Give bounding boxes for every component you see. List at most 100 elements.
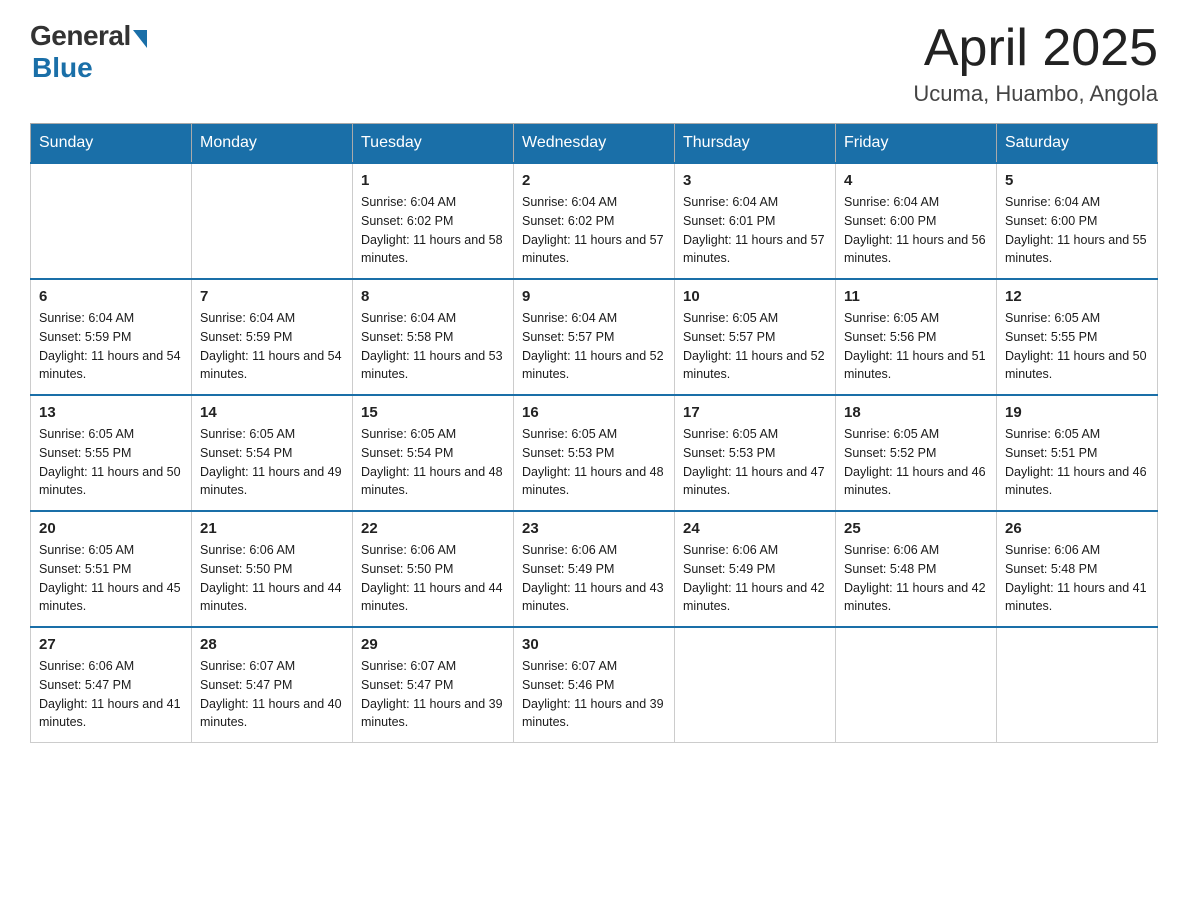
day-info: Sunrise: 6:07 AMSunset: 5:47 PMDaylight:… [361,657,505,732]
day-number: 29 [361,636,505,653]
calendar-cell: 29 Sunrise: 6:07 AMSunset: 5:47 PMDayligh… [353,627,514,743]
calendar-cell: 5Sunrise: 6:04 AMSunset: 6:00 PMDaylight… [997,163,1158,279]
day-info: Sunrise: 6:07 AMSunset: 5:47 PMDaylight:… [200,657,344,732]
day-info: Sunrise: 6:04 AMSunset: 5:58 PMDaylight:… [361,309,505,384]
logo: General Blue [30,20,147,84]
day-number: 10 [683,288,827,305]
logo-general-text: General [30,20,131,52]
calendar-cell: 20 Sunrise: 6:05 AMSunset: 5:51 PMDayligh… [31,511,192,627]
day-number: 13 [39,404,183,421]
calendar-cell [675,627,836,743]
calendar-cell: 21 Sunrise: 6:06 AMSunset: 5:50 PMDayligh… [192,511,353,627]
calendar-cell [192,163,353,279]
calendar-cell: 15 Sunrise: 6:05 AMSunset: 5:54 PMDayligh… [353,395,514,511]
calendar-cell: 13 Sunrise: 6:05 AMSunset: 5:55 PMDayligh… [31,395,192,511]
day-number: 19 [1005,404,1149,421]
day-number: 23 [522,520,666,537]
calendar-cell: 1Sunrise: 6:04 AMSunset: 6:02 PMDaylight… [353,163,514,279]
header-saturday: Saturday [997,124,1158,164]
day-info: Sunrise: 6:04 AMSunset: 5:57 PMDaylight:… [522,309,666,384]
day-number: 28 [200,636,344,653]
day-info: Sunrise: 6:05 AMSunset: 5:54 PMDaylight:… [361,425,505,500]
day-info: Sunrise: 6:06 AMSunset: 5:49 PMDaylight:… [683,541,827,616]
calendar-cell: 27 Sunrise: 6:06 AMSunset: 5:47 PMDayligh… [31,627,192,743]
day-info: Sunrise: 6:05 AMSunset: 5:54 PMDaylight:… [200,425,344,500]
title-section: April 2025 Ucuma, Huambo, Angola [913,20,1158,107]
day-number: 8 [361,288,505,305]
day-number: 2 [522,172,666,189]
day-number: 21 [200,520,344,537]
week-row-5: 27 Sunrise: 6:06 AMSunset: 5:47 PMDayligh… [31,627,1158,743]
calendar-cell [836,627,997,743]
calendar-cell: 14Sunrise: 6:05 AMSunset: 5:54 PMDayligh… [192,395,353,511]
day-number: 18 [844,404,988,421]
day-info: Sunrise: 6:05 AMSunset: 5:55 PMDaylight:… [39,425,183,500]
day-number: 15 [361,404,505,421]
calendar-cell: 26 Sunrise: 6:06 AMSunset: 5:48 PMDayligh… [997,511,1158,627]
day-info: Sunrise: 6:06 AMSunset: 5:49 PMDaylight:… [522,541,666,616]
day-info: Sunrise: 6:05 AMSunset: 5:53 PMDaylight:… [522,425,666,500]
calendar-cell: 16Sunrise: 6:05 AMSunset: 5:53 PMDayligh… [514,395,675,511]
day-info: Sunrise: 6:05 AMSunset: 5:51 PMDaylight:… [1005,425,1149,500]
day-number: 27 [39,636,183,653]
day-number: 20 [39,520,183,537]
day-info: Sunrise: 6:04 AMSunset: 5:59 PMDaylight:… [39,309,183,384]
day-number: 5 [1005,172,1149,189]
calendar-cell: 24Sunrise: 6:06 AMSunset: 5:49 PMDayligh… [675,511,836,627]
days-of-week-row: SundayMondayTuesdayWednesdayThursdayFrid… [31,124,1158,164]
day-number: 26 [1005,520,1149,537]
day-number: 25 [844,520,988,537]
calendar-cell: 25 Sunrise: 6:06 AMSunset: 5:48 PMDayligh… [836,511,997,627]
day-info: Sunrise: 6:06 AMSunset: 5:48 PMDaylight:… [1005,541,1149,616]
day-number: 6 [39,288,183,305]
day-info: Sunrise: 6:06 AMSunset: 5:47 PMDaylight:… [39,657,183,732]
calendar-cell: 23 Sunrise: 6:06 AMSunset: 5:49 PMDayligh… [514,511,675,627]
week-row-3: 13 Sunrise: 6:05 AMSunset: 5:55 PMDayligh… [31,395,1158,511]
day-info: Sunrise: 6:06 AMSunset: 5:50 PMDaylight:… [200,541,344,616]
calendar-cell: 9 Sunrise: 6:04 AMSunset: 5:57 PMDaylight… [514,279,675,395]
calendar-cell: 28 Sunrise: 6:07 AMSunset: 5:47 PMDayligh… [192,627,353,743]
header-tuesday: Tuesday [353,124,514,164]
day-number: 9 [522,288,666,305]
calendar-cell: 19 Sunrise: 6:05 AMSunset: 5:51 PMDayligh… [997,395,1158,511]
calendar-cell: 18 Sunrise: 6:05 AMSunset: 5:52 PMDayligh… [836,395,997,511]
day-info: Sunrise: 6:07 AMSunset: 5:46 PMDaylight:… [522,657,666,732]
day-number: 3 [683,172,827,189]
header-monday: Monday [192,124,353,164]
day-info: Sunrise: 6:06 AMSunset: 5:50 PMDaylight:… [361,541,505,616]
calendar-cell: 8 Sunrise: 6:04 AMSunset: 5:58 PMDaylight… [353,279,514,395]
calendar-cell: 2 Sunrise: 6:04 AMSunset: 6:02 PMDaylight… [514,163,675,279]
logo-arrow-icon [133,30,147,48]
logo-blue-text: Blue [32,52,93,84]
day-info: Sunrise: 6:04 AMSunset: 6:02 PMDaylight:… [522,193,666,268]
header-sunday: Sunday [31,124,192,164]
day-info: Sunrise: 6:05 AMSunset: 5:56 PMDaylight:… [844,309,988,384]
calendar-cell: 22 Sunrise: 6:06 AMSunset: 5:50 PMDayligh… [353,511,514,627]
day-number: 17 [683,404,827,421]
calendar-table: SundayMondayTuesdayWednesdayThursdayFrid… [30,123,1158,743]
calendar-cell [997,627,1158,743]
day-info: Sunrise: 6:05 AMSunset: 5:55 PMDaylight:… [1005,309,1149,384]
header-thursday: Thursday [675,124,836,164]
day-info: Sunrise: 6:06 AMSunset: 5:48 PMDaylight:… [844,541,988,616]
calendar-cell: 17 Sunrise: 6:05 AMSunset: 5:53 PMDayligh… [675,395,836,511]
day-info: Sunrise: 6:05 AMSunset: 5:53 PMDaylight:… [683,425,827,500]
day-info: Sunrise: 6:05 AMSunset: 5:51 PMDaylight:… [39,541,183,616]
month-title: April 2025 [913,20,1158,77]
calendar-cell [31,163,192,279]
day-info: Sunrise: 6:05 AMSunset: 5:57 PMDaylight:… [683,309,827,384]
header-wednesday: Wednesday [514,124,675,164]
day-number: 30 [522,636,666,653]
week-row-4: 20 Sunrise: 6:05 AMSunset: 5:51 PMDayligh… [31,511,1158,627]
day-number: 4 [844,172,988,189]
calendar-header: SundayMondayTuesdayWednesdayThursdayFrid… [31,124,1158,164]
day-info: Sunrise: 6:04 AMSunset: 6:02 PMDaylight:… [361,193,505,268]
page-header: General Blue April 2025 Ucuma, Huambo, A… [30,20,1158,107]
calendar-cell: 10 Sunrise: 6:05 AMSunset: 5:57 PMDayligh… [675,279,836,395]
day-number: 22 [361,520,505,537]
location-title: Ucuma, Huambo, Angola [913,81,1158,107]
calendar-cell: 3Sunrise: 6:04 AMSunset: 6:01 PMDaylight… [675,163,836,279]
calendar-cell: 30 Sunrise: 6:07 AMSunset: 5:46 PMDayligh… [514,627,675,743]
day-info: Sunrise: 6:05 AMSunset: 5:52 PMDaylight:… [844,425,988,500]
day-info: Sunrise: 6:04 AMSunset: 5:59 PMDaylight:… [200,309,344,384]
